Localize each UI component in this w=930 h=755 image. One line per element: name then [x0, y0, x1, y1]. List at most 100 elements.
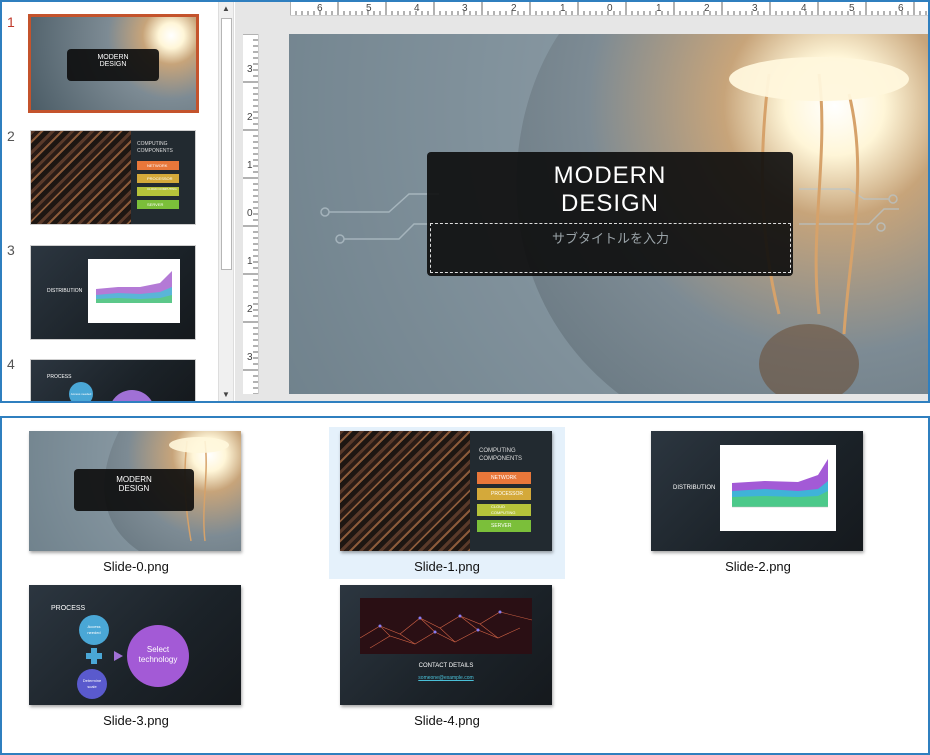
- hruler-label: 4: [414, 3, 420, 14]
- slide3-title: PROCESS: [51, 605, 86, 612]
- slide4-title: CONTACT DETAILS: [418, 663, 474, 669]
- hruler-label: 3: [462, 3, 468, 14]
- main-title-line1[interactable]: MODERN: [427, 162, 793, 190]
- file-item-slide-3[interactable]: PROCESS Access needed Select technology …: [18, 581, 254, 733]
- main-title-line2[interactable]: DESIGN: [427, 190, 793, 218]
- slide-thumbnail-4[interactable]: PROCESS Access needed: [30, 359, 196, 401]
- thumb3-title: DISTRIBUTION: [47, 288, 83, 294]
- vruler-label: 2: [247, 304, 253, 315]
- slide3-bubble-access-line2: needed: [87, 630, 101, 635]
- file-name-slide-3[interactable]: Slide-3.png: [18, 713, 254, 728]
- hruler-label: 0: [607, 3, 613, 14]
- hruler-label: 1: [560, 3, 566, 14]
- slide-number-1: 1: [7, 14, 15, 30]
- slide-number-2: 2: [7, 128, 15, 144]
- slide4-network-lines: [360, 611, 532, 649]
- thumb3-chart-svg: [96, 271, 172, 303]
- vruler-label: 1: [247, 256, 253, 267]
- slide4-network-svg: [360, 610, 532, 649]
- file-name-slide-2[interactable]: Slide-2.png: [640, 559, 876, 574]
- file-name-slide-0[interactable]: Slide-0.png: [18, 559, 254, 574]
- file-explorer-pane: MODERN DESIGN Slide-0.png COMPUTING COMP…: [0, 416, 930, 755]
- main-slide-canvas[interactable]: MODERN DESIGN サブタイトルを入力: [289, 34, 928, 394]
- slide0-glow: [169, 437, 229, 453]
- vruler-label: 1: [247, 160, 253, 171]
- slide3-bubble-determine: Determine scale: [77, 669, 107, 699]
- circuit-lines-right: [799, 188, 899, 232]
- slide3-bubble-determine-line2: scale: [87, 684, 97, 689]
- slide4-email-link: someone@example.com: [418, 675, 474, 681]
- file-item-slide-2[interactable]: DISTRIBUTION Slide-2.png: [640, 427, 876, 579]
- file-name-slide-4[interactable]: Slide-4.png: [329, 713, 565, 728]
- file-item-slide-4[interactable]: CONTACT DETAILS someone@example.com Slid…: [329, 581, 565, 733]
- thumb2-heading-line2: COMPONENTS: [137, 148, 173, 154]
- slide-canvas-area: 6 5 4 3 2 1 0 1 2 3 4 5 6 3 2 1 0 1 2 3: [235, 2, 928, 401]
- file-thumbnail-slide-2[interactable]: DISTRIBUTION: [651, 431, 863, 551]
- thumb2-item-server: SERVER: [137, 200, 179, 209]
- file-name-slide-1[interactable]: Slide-1.png: [329, 559, 565, 574]
- slide-thumbnail-3[interactable]: DISTRIBUTION: [30, 245, 196, 340]
- hruler-label: 2: [511, 3, 517, 14]
- slide2-chart-svg: [732, 459, 828, 508]
- thumb4-title: PROCESS: [47, 374, 72, 380]
- slide0-title-line2: DESIGN: [118, 484, 150, 493]
- thumb1-title-box: MODERN DESIGN: [67, 49, 159, 81]
- hruler-label: 5: [366, 3, 372, 14]
- slide4-network-image: [360, 598, 532, 654]
- slide1-heading-line2: COMPONENTS: [479, 456, 523, 462]
- hruler-label: 4: [801, 3, 807, 14]
- vertical-ruler: 3 2 1 0 1 2 3: [243, 34, 259, 394]
- slide1-item-processor: PROCESSOR: [477, 488, 531, 500]
- scroll-down-arrow-icon[interactable]: ▼: [219, 388, 233, 401]
- file-item-slide-1[interactable]: COMPUTING COMPONENTS NETWORK PROCESSOR C…: [329, 427, 565, 579]
- thumb1-title-line2: DESIGN: [99, 61, 127, 68]
- slide3-bubble-access: Access needed: [79, 615, 109, 645]
- slide2-chart: [720, 445, 836, 531]
- vruler-label: 2: [247, 112, 253, 123]
- slide1-circuit-image: [340, 431, 470, 551]
- slide3-plus-icon: [86, 648, 102, 664]
- slide0-title-line1: MODERN: [116, 475, 152, 484]
- hruler-label: 6: [317, 3, 323, 14]
- hruler-label: 2: [704, 3, 710, 14]
- hruler-label: 1: [656, 3, 662, 14]
- thumb2-heading-line1: COMPUTING: [137, 141, 168, 147]
- plus-horizontal-bar: [86, 653, 102, 659]
- vruler-label: 3: [247, 352, 253, 363]
- thumb2-circuit-image: [31, 131, 131, 224]
- slide3-bubble-select-line2: technology: [138, 655, 178, 664]
- file-thumbnail-slide-4[interactable]: CONTACT DETAILS someone@example.com: [340, 585, 552, 705]
- file-thumbnail-slide-0[interactable]: MODERN DESIGN: [29, 431, 241, 551]
- file-thumbnail-slide-1[interactable]: COMPUTING COMPONENTS NETWORK PROCESSOR C…: [340, 431, 552, 551]
- vruler-label: 3: [247, 64, 253, 75]
- slide-thumbnail-pane: 1 MODERN DESIGN 2 COMPUTING COMPONENTS N…: [2, 2, 218, 401]
- file-thumbnail-slide-3[interactable]: PROCESS Access needed Select technology …: [29, 585, 241, 705]
- thumb2-item-processor: PROCESSOR: [137, 174, 179, 183]
- slide0-title-box: MODERN DESIGN: [74, 469, 194, 511]
- horizontal-ruler: 6 5 4 3 2 1 0 1 2 3 4 5 6: [290, 2, 928, 16]
- subtitle-placeholder[interactable]: サブタイトルを入力: [430, 223, 791, 273]
- slide1-heading-line1: COMPUTING: [479, 448, 516, 454]
- thumb2-item-cloud: CLOUD COMPUTING: [137, 187, 179, 196]
- slide3-arrow-icon: [114, 651, 123, 661]
- scrollbar-thumb[interactable]: [221, 18, 232, 270]
- slide-thumbnail-2[interactable]: COMPUTING COMPONENTS NETWORK PROCESSOR C…: [30, 130, 196, 225]
- thumb1-title-line1: MODERN: [97, 54, 129, 61]
- scroll-up-arrow-icon[interactable]: ▲: [219, 2, 233, 16]
- hruler-label: 3: [752, 3, 758, 14]
- slide-thumbnail-1[interactable]: MODERN DESIGN: [28, 14, 199, 113]
- thumbnail-scrollbar[interactable]: ▲ ▼: [218, 2, 234, 401]
- hruler-label: 5: [849, 3, 855, 14]
- bulb-base: [759, 324, 859, 394]
- thumb4-bubble-select: [109, 390, 155, 401]
- vruler-label: 0: [247, 208, 253, 219]
- slide2-title: DISTRIBUTION: [673, 485, 716, 491]
- slide1-item-cloud: CLOUD COMPUTING: [477, 504, 531, 516]
- slide3-bubble-select: Select technology: [127, 625, 189, 687]
- file-item-slide-0[interactable]: MODERN DESIGN Slide-0.png: [18, 427, 254, 579]
- filament-glow: [729, 57, 909, 101]
- slide1-item-server: SERVER: [477, 520, 531, 532]
- thumb2-item-network: NETWORK: [137, 161, 179, 170]
- main-title-box[interactable]: MODERN DESIGN サブタイトルを入力: [427, 152, 793, 276]
- slide1-item-cloud-line2: COMPUTING: [491, 510, 516, 515]
